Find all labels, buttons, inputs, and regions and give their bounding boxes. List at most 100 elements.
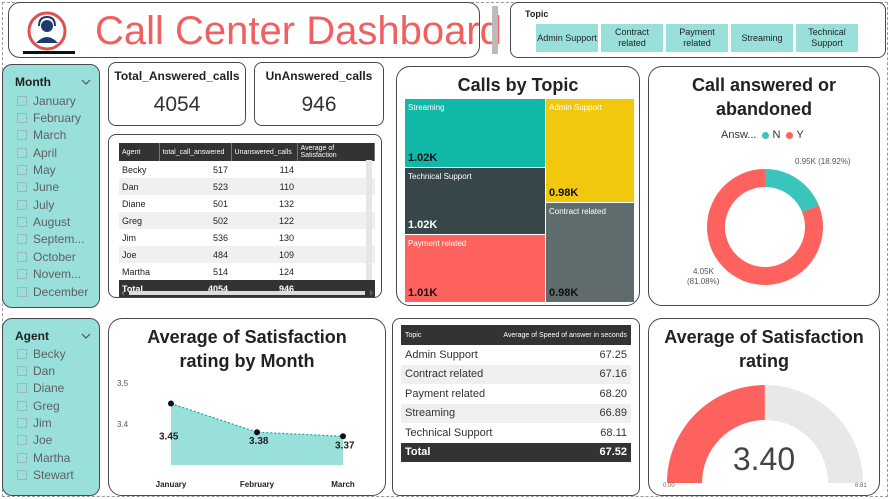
table-row[interactable]: Technical Support 68.11	[401, 423, 631, 443]
chevron-down-icon[interactable]	[81, 77, 91, 87]
agent-item[interactable]: Jim	[17, 416, 52, 430]
treemap-tile-admin-support[interactable]: Admin Support 0.98K	[546, 99, 634, 202]
month-item[interactable]: Novem...	[17, 267, 81, 281]
table-row[interactable]: Contract related 67.16	[401, 364, 631, 384]
agent-item[interactable]: Stewart	[17, 468, 74, 482]
month-item[interactable]: May	[17, 163, 56, 177]
table-row[interactable]: Becky 517 114	[119, 161, 375, 178]
checkbox[interactable]	[17, 234, 27, 244]
month-slicer-title: Month	[15, 75, 51, 89]
agent-item[interactable]: Dan	[17, 364, 55, 378]
answered-abandoned-card: Call answered or abandoned Answ... N Y 0…	[648, 66, 880, 306]
month-item[interactable]: Septem...	[17, 232, 84, 246]
treemap-tile-streaming[interactable]: Streaming 1.02K	[405, 99, 545, 167]
agent-item[interactable]: Joe	[17, 433, 52, 447]
gauge-title-line2: rating	[738, 351, 789, 371]
column-header[interactable]: Topic	[401, 325, 498, 345]
checkbox[interactable]	[17, 470, 27, 480]
vertical-scrollbar[interactable]	[366, 160, 372, 280]
line-chart-title-line1: Average of Satisfaction	[147, 327, 347, 347]
checkbox[interactable]	[17, 148, 27, 158]
topic-option-technical-support[interactable]: Technical Support	[795, 23, 859, 53]
data-label: 3.38	[249, 436, 269, 447]
checkbox[interactable]	[17, 418, 27, 428]
column-header[interactable]: Agent	[119, 143, 160, 161]
column-header[interactable]: Average of Satisfaction	[297, 143, 375, 161]
table-row[interactable]: Dan 523 110	[119, 178, 375, 195]
column-header[interactable]: Average of Speed of answer in seconds	[497, 325, 631, 345]
month-item[interactable]: March	[17, 128, 66, 142]
checkbox[interactable]	[17, 200, 27, 210]
horizontal-scrollbar[interactable]	[119, 289, 375, 297]
table-row[interactable]: Greg 502 122	[119, 212, 375, 229]
table-row[interactable]: Jim 536 130	[119, 229, 375, 246]
month-item[interactable]: July	[17, 198, 54, 212]
x-tick-label: February	[240, 480, 275, 489]
data-point[interactable]	[168, 400, 174, 407]
checkbox[interactable]	[17, 96, 27, 106]
topic-option-contract-related[interactable]: Contract related	[600, 23, 664, 53]
topic-option-streaming[interactable]: Streaming	[730, 23, 794, 53]
checkbox[interactable]	[17, 383, 27, 393]
donut-label-n: 0.95K (18.92%)	[795, 157, 851, 166]
month-item[interactable]: June	[17, 180, 59, 194]
treemap-tile-payment-related[interactable]: Payment related 1.01K	[405, 235, 545, 302]
checkbox[interactable]	[17, 366, 27, 376]
unanswered-calls-value: 946	[301, 93, 337, 116]
header-divider	[492, 6, 498, 54]
speed-table-card: Topic Average of Speed of answer in seco…	[392, 318, 640, 496]
agent-item[interactable]: Becky	[17, 347, 66, 361]
checkbox[interactable]	[17, 269, 27, 279]
checkbox[interactable]	[17, 130, 27, 140]
treemap-tile-technical-support[interactable]: Technical Support 1.02K	[405, 168, 545, 234]
checkbox[interactable]	[17, 349, 27, 359]
column-header[interactable]: Unanswered_calls	[231, 143, 298, 161]
x-tick-label: March	[331, 480, 355, 489]
donut-label-y-pct: (81.08%)	[687, 277, 720, 286]
donut-label-y-value: 4.05K	[693, 267, 714, 276]
month-item[interactable]: August	[17, 215, 70, 229]
table-row[interactable]: Streaming 66.89	[401, 403, 631, 423]
month-item[interactable]: April	[17, 146, 57, 160]
y-tick-label: 3.4	[117, 420, 129, 429]
checkbox[interactable]	[17, 113, 27, 123]
topic-option-admin-support[interactable]: Admin Support	[535, 23, 599, 53]
checkbox[interactable]	[17, 182, 27, 192]
month-item[interactable]: December	[17, 285, 88, 299]
column-header[interactable]: total_call_answered	[159, 143, 232, 161]
dashboard-title: Call Center Dashboard	[95, 9, 502, 53]
agent-item[interactable]: Greg	[17, 399, 60, 413]
checkbox[interactable]	[17, 435, 27, 445]
data-point[interactable]	[340, 433, 346, 440]
table-row[interactable]: Martha 514 124	[119, 263, 375, 280]
legend-swatch-n	[762, 131, 770, 139]
checkbox[interactable]	[17, 401, 27, 411]
checkbox[interactable]	[17, 217, 27, 227]
unanswered-calls-label: UnAnswered_calls	[265, 69, 373, 83]
donut-title-line1: Call answered or	[691, 75, 837, 95]
donut-slice-n[interactable]	[765, 169, 819, 213]
donut-legend: Answ... N Y	[721, 129, 804, 141]
agent-item[interactable]: Martha	[17, 451, 70, 465]
data-point[interactable]	[254, 429, 260, 436]
table-row[interactable]: Admin Support 67.25	[401, 345, 631, 365]
topic-option-payment-related[interactable]: Payment related	[665, 23, 729, 53]
month-slicer: Month January February March April May J…	[2, 64, 100, 308]
agent-table: Agent total_call_answered Unanswered_cal…	[119, 143, 375, 297]
table-row[interactable]: Joe 484 109	[119, 246, 375, 263]
checkbox[interactable]	[17, 252, 27, 262]
table-row[interactable]: Diane 501 132	[119, 195, 375, 212]
treemap-tile-contract-related[interactable]: Contract related 0.98K	[546, 203, 634, 302]
gauge-title-line1: Average of Satisfaction	[664, 327, 864, 347]
month-item[interactable]: January	[17, 94, 76, 108]
speed-table: Topic Average of Speed of answer in seco…	[401, 325, 631, 462]
checkbox[interactable]	[17, 287, 27, 297]
checkbox[interactable]	[17, 165, 27, 175]
donut-chart	[707, 169, 823, 285]
table-row[interactable]: Payment related 68.20	[401, 384, 631, 404]
agent-item[interactable]: Diane	[17, 381, 64, 395]
month-item[interactable]: October	[17, 250, 76, 264]
month-item[interactable]: February	[17, 111, 81, 125]
chevron-down-icon[interactable]	[81, 331, 91, 341]
checkbox[interactable]	[17, 453, 27, 463]
